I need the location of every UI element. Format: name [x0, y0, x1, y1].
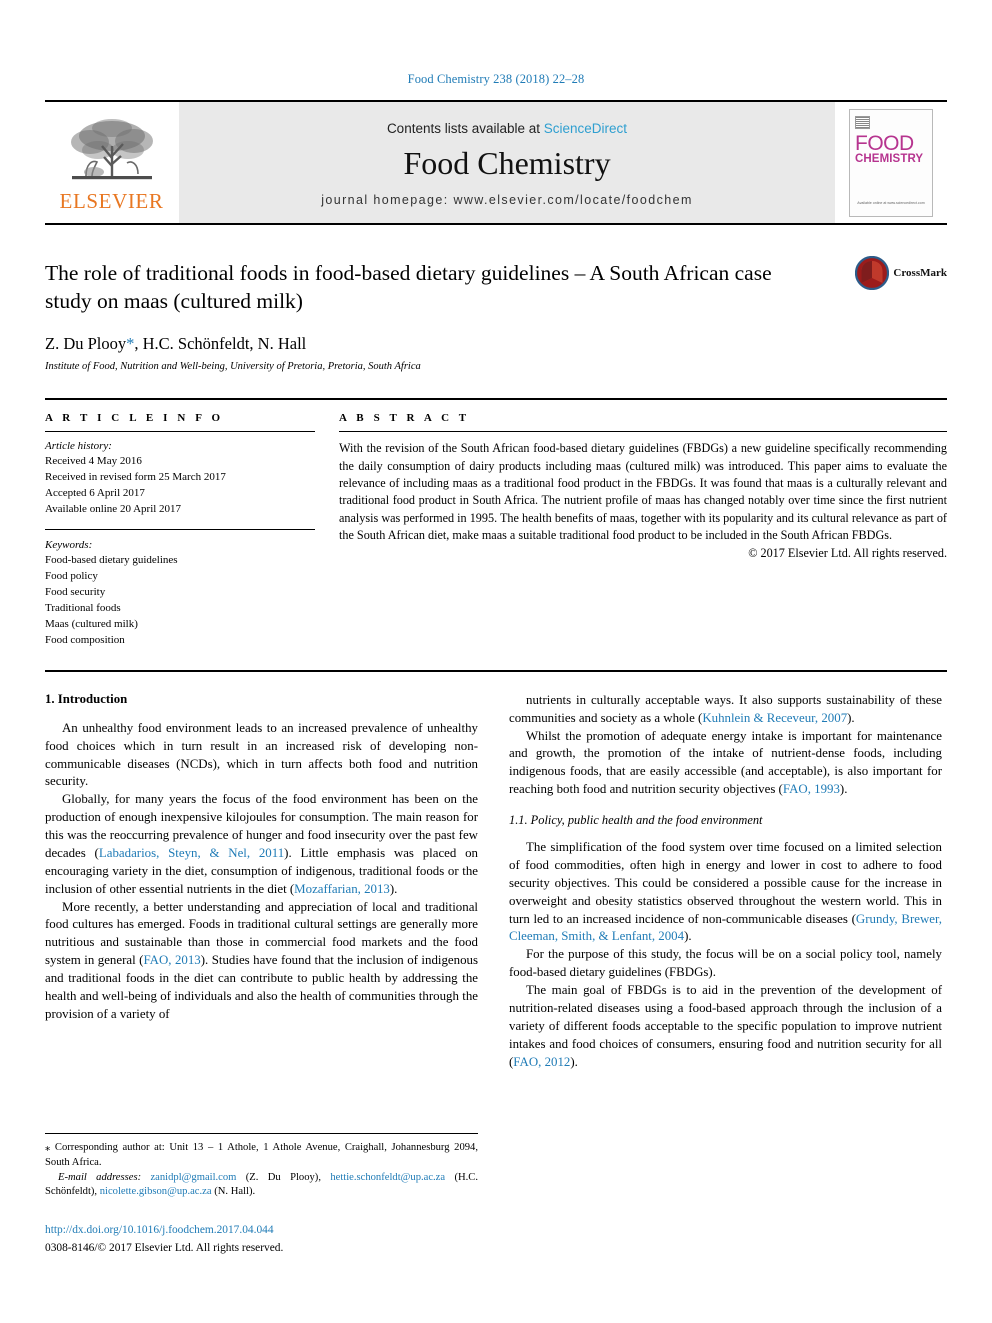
author-list: Z. Du Plooy*, H.C. Schönfeldt, N. Hall [45, 334, 947, 354]
abstract-heading: A B S T R A C T [339, 412, 470, 425]
keyword-item: Food policy [45, 569, 98, 582]
cover-title-line1: FOOD [855, 131, 914, 155]
divider [339, 431, 947, 433]
email-label: E-mail addresses: [58, 1171, 142, 1183]
abstract-text: With the revision of the South African f… [339, 441, 947, 542]
article-info-heading: A R T I C L E I N F O [45, 412, 224, 425]
journal-title: Food Chemistry [403, 144, 611, 181]
article-history-list: Received 4 May 2016 Received in revised … [45, 453, 315, 517]
doi-link[interactable]: http://dx.doi.org/10.1016/j.foodchem.201… [45, 1223, 478, 1238]
paragraph-text: An unhealthy food environment leads to a… [45, 720, 478, 789]
authors-rest: , H.C. Schönfeldt, N. Hall [134, 334, 307, 354]
sciencedirect-link[interactable]: ScienceDirect [544, 121, 627, 136]
paragraph-text: ). [570, 1054, 578, 1069]
body-paragraph: An unhealthy food environment leads to a… [45, 720, 478, 792]
citation-link[interactable]: FAO, 1993 [783, 782, 840, 796]
issn-copyright-line: 0308-8146/© 2017 Elsevier Ltd. All right… [45, 1242, 284, 1255]
keyword-item: Maas (cultured milk) [45, 617, 138, 630]
cover-badge-icon [855, 115, 870, 129]
journal-masthead: ELSEVIER Contents lists available at Sci… [45, 100, 947, 225]
body-paragraph: More recently, a better understanding an… [45, 899, 478, 1024]
paragraph-text: For the purpose of this study, the focus… [509, 947, 942, 980]
email-addresses-note: E-mail addresses: zanidpl@gmail.com (Z. … [45, 1171, 478, 1201]
paragraph-text: ). [389, 881, 398, 896]
title-block: CrossMark The role of traditional foods … [45, 256, 947, 373]
email-link[interactable]: nicolette.gibson@up.ac.za [100, 1186, 212, 1197]
running-head: Food Chemistry 238 (2018) 22–28 [407, 72, 585, 86]
paragraph-text: Whilst the promotion of adequate energy … [509, 728, 942, 797]
paragraph-text: ). [847, 710, 855, 725]
author-first: Z. Du Plooy [45, 334, 127, 354]
paragraph-text: ). [839, 782, 848, 797]
keywords-label: Keywords: [45, 538, 93, 551]
masthead-right: FOOD CHEMISTRY Available online at www.s… [835, 102, 947, 223]
elsevier-logo: ELSEVIER [45, 102, 178, 223]
history-item: Available online 20 April 2017 [45, 503, 182, 516]
article-page: Food Chemistry 238 (2018) 22–28 ELSEVIER… [0, 0, 992, 1323]
citation-link[interactable]: FAO, 2013 [143, 953, 200, 967]
divider [45, 431, 315, 433]
paragraph-container-right-bottom: The simplification of the food system ov… [509, 839, 942, 1071]
elsevier-tree-icon [70, 118, 153, 179]
paragraph-container-right-top: nutrients in culturally acceptable ways.… [509, 692, 942, 799]
body-paragraph: The simplification of the food system ov… [509, 839, 942, 946]
elsevier-wordmark: ELSEVIER [59, 188, 164, 213]
abstract-column: A B S T R A C T With the revision of the… [339, 412, 947, 647]
keyword-item: Food security [45, 585, 106, 598]
citation-link[interactable]: Labadarios, Steyn, & Nel, 2011 [99, 846, 284, 860]
page-title: The role of traditional foods in food-ba… [45, 261, 772, 314]
email-link[interactable]: zanidpl@gmail.com [150, 1172, 236, 1183]
history-item: Accepted 6 April 2017 [45, 487, 145, 500]
journal-cover-thumbnail: FOOD CHEMISTRY Available online at www.s… [849, 108, 933, 217]
divider [45, 528, 315, 530]
body-paragraph: nutrients in culturally acceptable ways.… [509, 692, 942, 728]
section-heading-introduction: 1. Introduction [45, 691, 128, 706]
journal-homepage-link[interactable]: journal homepage: www.elsevier.com/locat… [321, 193, 693, 207]
body-paragraph: For the purpose of this study, the focus… [509, 946, 942, 982]
history-item: Received in revised form 25 March 2017 [45, 471, 226, 484]
keyword-item: Traditional foods [45, 601, 121, 614]
article-body: 1. Introduction An unhealthy food enviro… [45, 669, 947, 1072]
keywords-list: Food-based dietary guidelines Food polic… [45, 552, 315, 648]
crossmark-icon [855, 256, 890, 290]
body-paragraph: The main goal of FBDGs is to aid in the … [509, 982, 942, 1071]
info-abstract-section: A R T I C L E I N F O Article history: R… [45, 398, 947, 647]
paragraph-container-left: An unhealthy food environment leads to a… [45, 720, 478, 1024]
body-paragraph: Globally, for many years the focus of th… [45, 791, 478, 898]
crossmark-label: CrossMark [893, 267, 947, 279]
history-item: Received 4 May 2016 [45, 455, 142, 468]
corresponding-author-note: ⁎ Corresponding author at: Unit 13 – 1 A… [45, 1142, 478, 1168]
doi-block: http://dx.doi.org/10.1016/j.foodchem.201… [45, 1223, 478, 1257]
keyword-item: Food-based dietary guidelines [45, 553, 178, 566]
cover-title-line2: CHEMISTRY [855, 152, 924, 165]
article-info-column: A R T I C L E I N F O Article history: R… [45, 412, 315, 647]
footnote-block: ⁎ Corresponding author at: Unit 13 – 1 A… [45, 1133, 478, 1200]
citation-link[interactable]: Kuhnlein & Receveur, 2007 [702, 711, 847, 725]
paragraph-text: ). [684, 929, 692, 944]
cover-footer-text: Available online at www.sciencedirect.co… [857, 201, 925, 206]
affiliation: Institute of Food, Nutrition and Well-be… [45, 361, 421, 373]
article-history-label: Article history: [45, 440, 112, 453]
body-column-right: nutrients in culturally acceptable ways.… [509, 692, 942, 1072]
citation-link[interactable]: FAO, 2012 [513, 1055, 570, 1069]
contents-prefix: Contents lists available at [386, 120, 544, 136]
email-link[interactable]: hettie.schonfeldt@up.ac.za [330, 1172, 445, 1183]
contents-available-line: Contents lists available at ScienceDirec… [387, 121, 627, 136]
email-owner: (Z. Du Plooy), [236, 1171, 331, 1183]
citation-link[interactable]: Mozaffarian, 2013 [294, 882, 390, 896]
section-heading-policy: 1.1. Policy, public health and the food … [509, 813, 763, 828]
keyword-item: Food composition [45, 633, 125, 646]
masthead-center: Contents lists available at ScienceDirec… [178, 102, 835, 223]
body-column-left: 1. Introduction An unhealthy food enviro… [45, 692, 478, 1072]
email-owner: (N. Hall). [211, 1186, 256, 1198]
crossmark-badge[interactable]: CrossMark [855, 256, 947, 290]
copyright-line: © 2017 Elsevier Ltd. All rights reserved… [748, 546, 947, 561]
body-paragraph: Whilst the promotion of adequate energy … [509, 728, 942, 800]
